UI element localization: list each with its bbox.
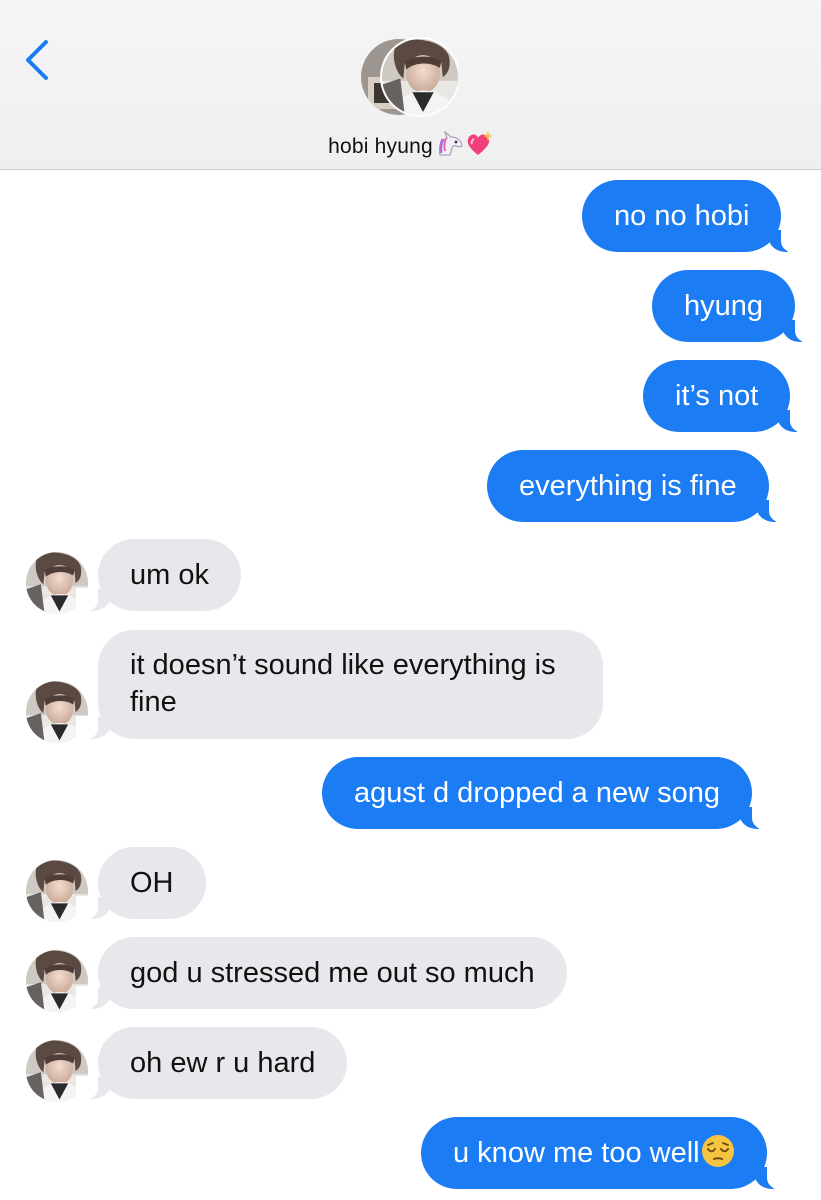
outgoing-message[interactable]: agust d dropped a new song xyxy=(322,757,774,830)
outgoing-message[interactable]: hyung xyxy=(652,270,818,343)
outgoing-message[interactable]: u know me too well xyxy=(421,1117,789,1190)
unicorn-emoji xyxy=(438,131,463,156)
message-text: u know me too well xyxy=(453,1137,700,1169)
sparkling-heart-emoji xyxy=(467,131,493,155)
contact-name[interactable]: hobi hyung xyxy=(0,131,821,159)
contact-avatar[interactable] xyxy=(360,37,460,117)
incoming-message[interactable]: OH xyxy=(76,847,206,920)
chevron-left-icon xyxy=(26,40,48,80)
conversation-header: hobi hyung xyxy=(0,0,821,170)
incoming-message[interactable]: god u stressed me out so much xyxy=(76,937,567,1010)
incoming-message[interactable]: oh ew r u hard xyxy=(75,1027,348,1100)
contact-name-text: hobi hyung xyxy=(328,135,433,158)
pensive-face-emoji xyxy=(701,1135,734,1167)
back-button[interactable] xyxy=(18,36,62,86)
outgoing-message[interactable]: no no hobi xyxy=(582,180,804,253)
incoming-message[interactable]: it doesn’t sound like everything is fine xyxy=(76,630,603,740)
outgoing-message[interactable]: it’s not xyxy=(643,360,813,433)
incoming-message[interactable]: um ok xyxy=(76,539,241,612)
outgoing-message[interactable]: everything is fine xyxy=(487,450,791,523)
